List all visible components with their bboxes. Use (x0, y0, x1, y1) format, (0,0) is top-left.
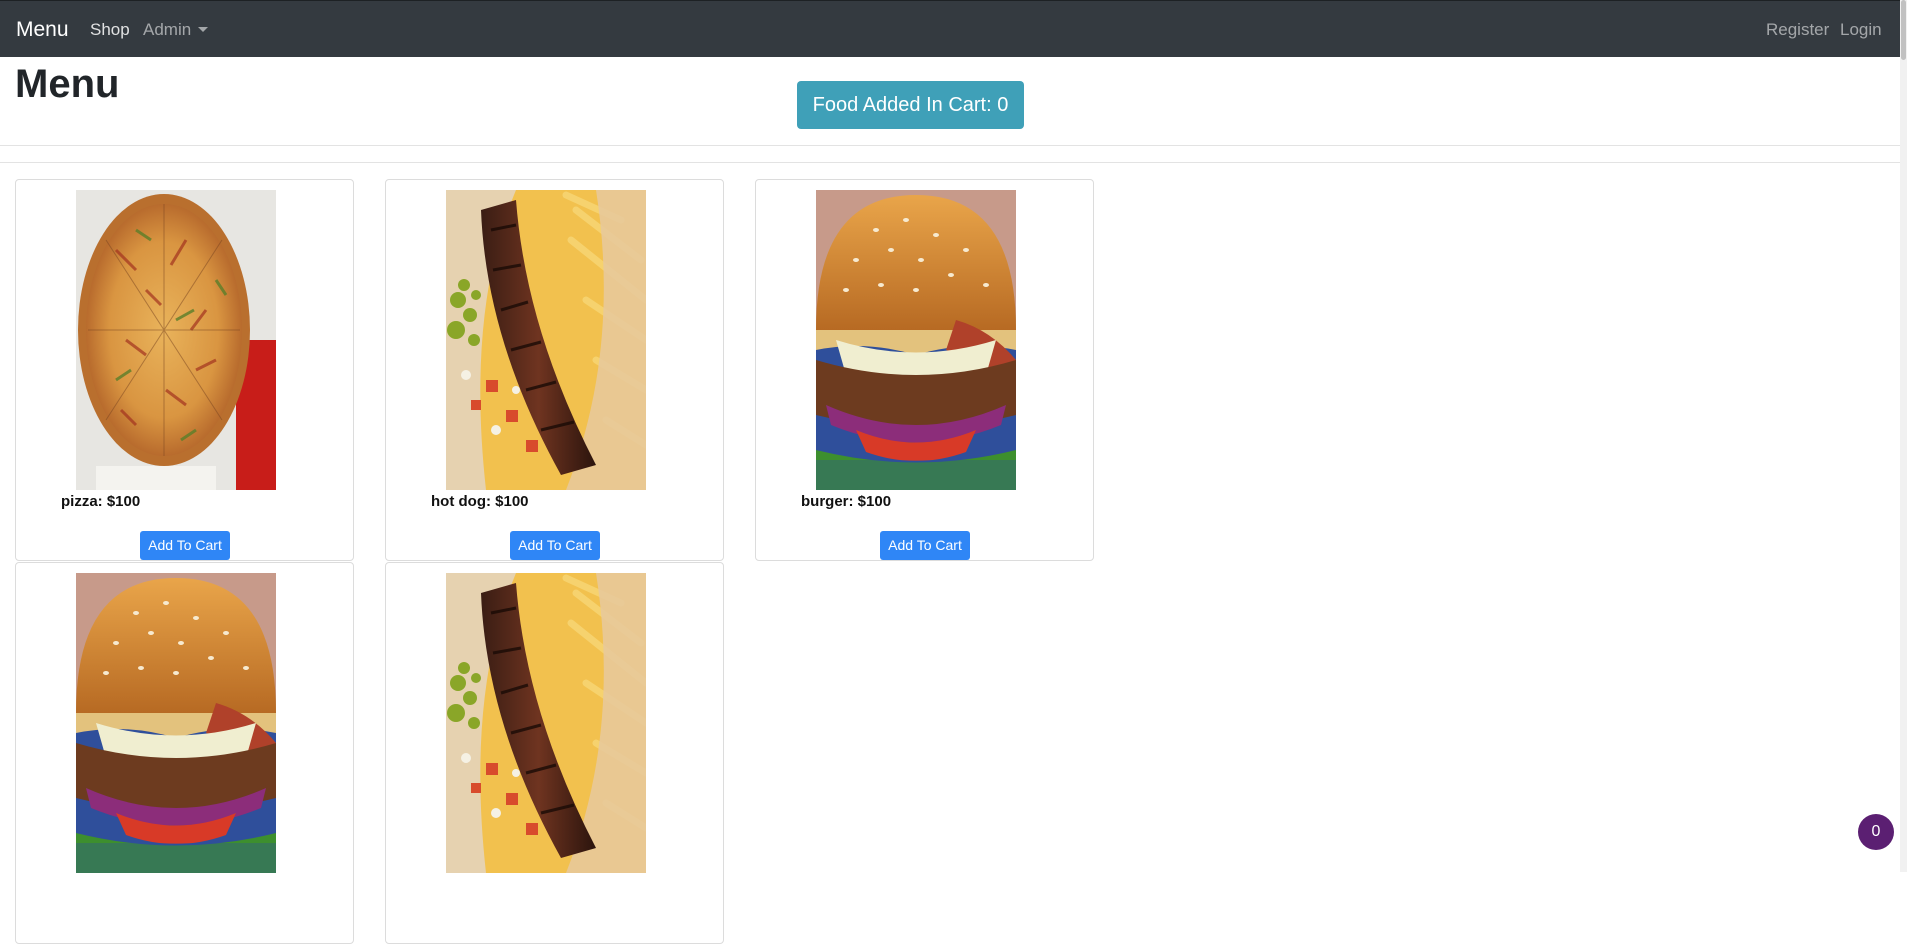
menu-card-burger: burger: $100 Add To Cart (755, 179, 1094, 561)
page-title: Menu (15, 62, 120, 106)
menu-card-hotdog (385, 562, 724, 944)
nav-link-shop[interactable]: Shop (90, 20, 130, 40)
nav-dropdown-admin-label: Admin (143, 20, 192, 39)
menu-card-burger (15, 562, 354, 944)
cart-counter-badge: Food Added In Cart: 0 (797, 81, 1024, 129)
add-to-cart-button[interactable]: Add To Cart (510, 531, 600, 560)
menu-item-label: burger: $100 (801, 493, 892, 510)
nav-link-login[interactable]: Login (1840, 20, 1882, 40)
scrollbar-thumb[interactable] (1901, 0, 1906, 60)
add-to-cart-button[interactable]: Add To Cart (140, 531, 230, 560)
divider (0, 162, 1900, 163)
nav-link-register[interactable]: Register (1766, 20, 1829, 40)
floating-count-badge[interactable]: 0 (1858, 814, 1894, 850)
navbar-brand[interactable]: Menu (16, 18, 69, 42)
menu-card-pizza: pizza: $100 Add To Cart (15, 179, 354, 561)
hotdog-photo (446, 190, 646, 490)
menu-card-hotdog: hot dog: $100 Add To Cart (385, 179, 724, 561)
add-to-cart-button[interactable]: Add To Cart (880, 531, 970, 560)
caret-down-icon (198, 27, 209, 32)
burger-photo (76, 573, 276, 873)
nav-dropdown-admin[interactable]: Admin (143, 20, 209, 40)
burger-photo (816, 190, 1016, 490)
hotdog-photo (446, 573, 646, 873)
menu-item-label: pizza: $100 (61, 493, 141, 510)
menu-item-label: hot dog: $100 (431, 493, 529, 510)
top-navbar: Menu Shop Admin Register Login (0, 0, 1900, 57)
vertical-scrollbar[interactable] (1900, 0, 1907, 872)
pizza-photo (76, 190, 276, 490)
divider (0, 145, 1900, 146)
